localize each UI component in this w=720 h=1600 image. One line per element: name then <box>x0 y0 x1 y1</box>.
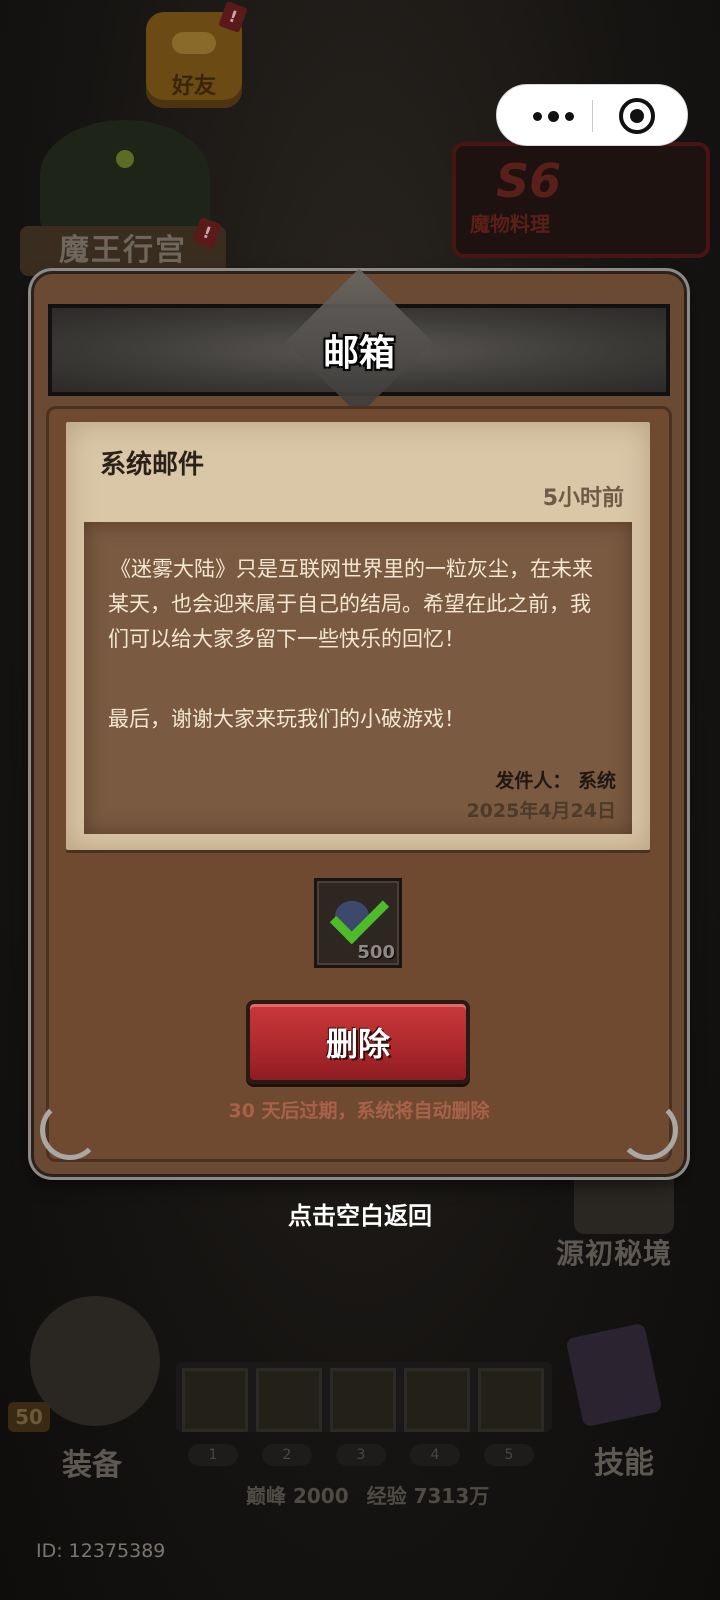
tap-blank-to-return[interactable]: 点击空白返回 <box>0 1196 720 1231</box>
skill-slot <box>404 1368 470 1432</box>
capsule-divider <box>592 100 593 132</box>
exp-value: 经验 7313万 <box>366 1484 490 1508</box>
secret-realm-label: 源初秘境 <box>556 1237 673 1270</box>
check-icon <box>329 884 390 945</box>
target-close-icon[interactable] <box>619 98 655 134</box>
expire-note: 30 天后过期，系统将自动删除 <box>228 1100 490 1122</box>
mail-paragraph: 最后，谢谢大家来玩我们的小破游戏！ <box>108 707 465 731</box>
dialog-title: 邮箱 <box>322 333 395 374</box>
peak-value: 巅峰 2000 <box>246 1484 349 1508</box>
mail-content: 《迷雾大陆》只是互联网世界里的一粒灰尘，在未来某天，也会迎来属于自己的结局。希望… <box>84 522 632 834</box>
slot-number: 1 <box>188 1444 238 1466</box>
skill-slots <box>176 1362 552 1432</box>
slot-number: 5 <box>484 1444 534 1466</box>
mail-date: 2025年4月24日 <box>466 800 616 822</box>
slot-number: 4 <box>410 1444 460 1466</box>
delete-button[interactable]: 删除 <box>246 1000 470 1084</box>
mail-sender: 发件人： 系统 <box>495 770 616 792</box>
friends-label: 好友 <box>171 74 216 99</box>
mail-paragraph: 《迷雾大陆》只是互联网世界里的一粒灰尘，在未来某天，也会迎来属于自己的结局。希望… <box>108 557 593 651</box>
more-dots-icon[interactable] <box>517 85 589 147</box>
mailbox-dialog: 邮箱 系统邮件 5小时前 《迷雾大陆》只是互联网世界里的一粒灰尘，在未来某天，也… <box>34 268 684 1174</box>
skill-slot <box>478 1368 544 1432</box>
event-banner: S6 魔物料理 <box>452 142 710 258</box>
player-stats: 巅峰 2000 经验 7313万 <box>246 1480 507 1509</box>
mail-type: 系统邮件 <box>100 450 205 480</box>
mail-paper: 系统邮件 5小时前 《迷雾大陆》只是互联网世界里的一粒灰尘，在未来某天，也会迎来… <box>66 422 650 850</box>
skill-slot <box>330 1368 396 1432</box>
mail-time: 5小时前 <box>542 486 624 511</box>
miniprogram-capsule <box>496 84 688 146</box>
level-badge: 50 <box>8 1402 50 1432</box>
slot-number: 2 <box>262 1444 312 1466</box>
skill-label: 技能 <box>594 1446 654 1481</box>
attachment-quantity: 500 <box>357 942 395 963</box>
dialog-header: 邮箱 <box>48 268 670 416</box>
slot-number: 3 <box>336 1444 386 1466</box>
attachment-item[interactable]: 500 <box>314 878 402 968</box>
demon-palace-icon <box>40 120 210 230</box>
event-title: S6 <box>496 154 562 208</box>
event-subtitle: 魔物料理 <box>470 212 550 236</box>
cloud-icon <box>172 32 216 54</box>
skill-slot <box>256 1368 322 1432</box>
skill-slot <box>182 1368 248 1432</box>
equip-label: 装备 <box>62 1448 122 1483</box>
user-id: ID: 12375389 <box>36 1540 166 1562</box>
